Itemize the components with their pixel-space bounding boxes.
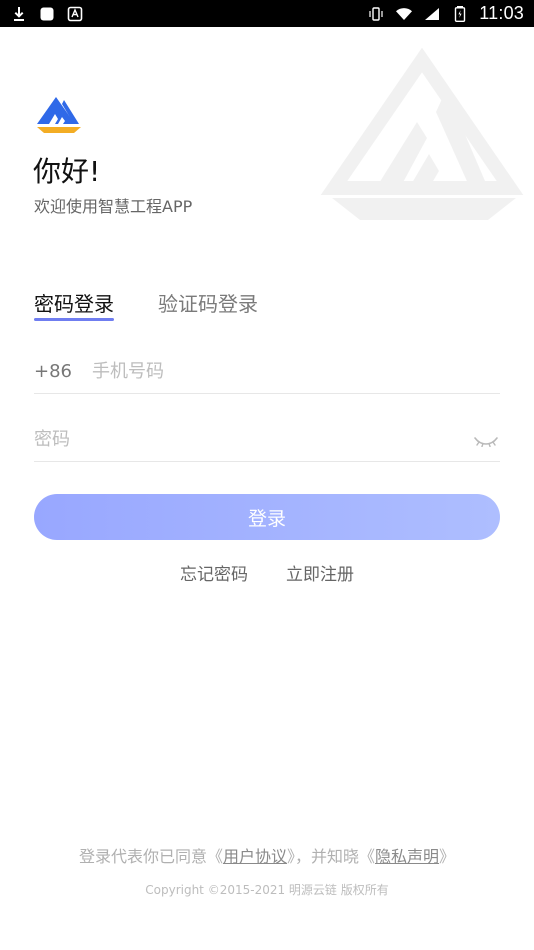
agreement-suffix: 》 [439,847,456,866]
greeting-subtitle: 欢迎使用智慧工程APP [34,197,193,216]
copyright-text: Copyright ©2015-2021 明源云链 版权所有 [145,883,389,897]
login-button[interactable]: 登录 [34,494,500,540]
agreement-middle: 》，并知晓《 [286,847,375,866]
privacy-policy-link[interactable]: 隐私声明 [375,847,439,866]
signal-icon [423,5,441,23]
status-right: 11:03 [367,3,524,24]
wifi-icon [395,5,413,23]
battery-icon [451,5,469,23]
status-time: 11:03 [479,3,524,23]
greeting-title: 你好! [33,155,101,188]
tab-code-login[interactable]: 验证码登录 [158,290,258,318]
country-code-selector[interactable]: +86 [34,361,92,382]
tab-password-login[interactable]: 密码登录 [34,290,114,321]
login-method-tabs: 密码登录 验证码登录 [34,290,258,321]
phone-field: +86 [34,350,500,394]
logo-watermark [320,48,524,220]
download-icon [10,5,28,23]
agreement-text: 登录代表你已同意《用户协议》，并知晓《隐私声明》 [0,845,534,869]
status-left [10,5,84,23]
agreement-prefix: 登录代表你已同意《 [78,847,223,866]
status-bar: 11:03 [0,0,534,27]
eye-closed-icon[interactable] [472,430,500,450]
forgot-password-link[interactable]: 忘记密码 [180,563,248,587]
square-icon [38,5,56,23]
phone-input[interactable] [92,361,500,382]
tab-label: 密码登录 [34,292,114,316]
tab-label: 验证码登录 [158,292,258,316]
user-agreement-link[interactable]: 用户协议 [223,847,287,866]
register-link[interactable]: 立即注册 [286,563,354,587]
active-tab-indicator [34,318,114,321]
vibrate-icon [367,5,385,23]
auth-links: 忘记密码 立即注册 [0,563,534,587]
password-input[interactable] [34,429,472,450]
app-notification-icon [66,5,84,23]
app-logo [37,97,81,133]
password-field [34,418,500,462]
